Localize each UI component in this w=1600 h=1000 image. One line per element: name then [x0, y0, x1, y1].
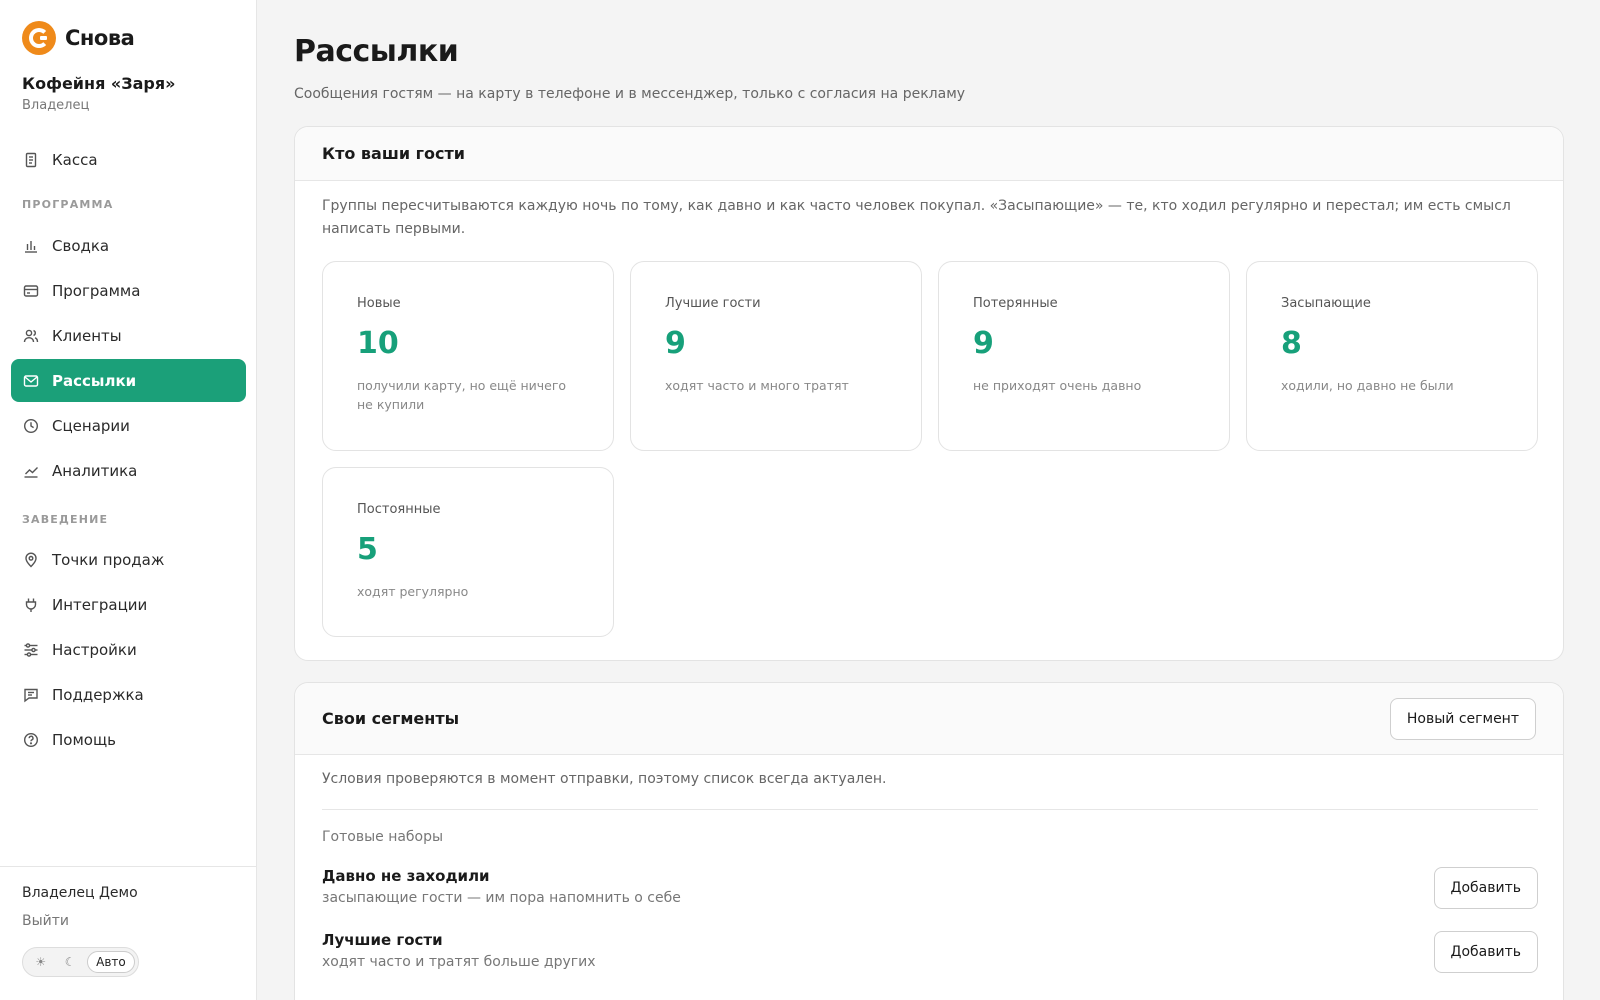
segment-value: 9 [665, 326, 686, 361]
guests-card-title: Кто ваши гости [322, 144, 465, 163]
bar-chart-icon [23, 238, 39, 254]
custom-segments-description: Условия проверяются в момент отправки, п… [322, 771, 887, 787]
preset-subtitle: засыпающие гости — им пора напомнить о с… [322, 890, 681, 906]
sidebar-item-summary[interactable]: Сводка [11, 224, 246, 267]
plug-icon [23, 597, 39, 613]
segment-value: 8 [1281, 326, 1302, 361]
segment-card[interactable]: Потерянные 9 не приходят очень давно [938, 261, 1230, 451]
add-preset-button[interactable]: Добавить [1433, 867, 1538, 909]
users-icon [23, 328, 39, 344]
guests-card: Кто ваши гости Группы пересчитываются ка… [294, 126, 1564, 661]
sidebar-item-label: Сценарии [52, 416, 130, 435]
segment-card[interactable]: Лучшие гости 9 ходят часто и много тратя… [630, 261, 922, 451]
theme-toggle[interactable]: ☀ ☾ Авто [22, 947, 139, 977]
sidebar-item-label: Помощь [52, 730, 116, 749]
sun-icon[interactable]: ☀ [26, 955, 55, 969]
trend-icon [23, 463, 39, 479]
sliders-icon [23, 642, 39, 658]
segment-label: Лучшие гости [665, 296, 761, 311]
card-icon [23, 283, 39, 299]
brand-name: Снова [65, 26, 135, 50]
logout-link[interactable]: Выйти [22, 913, 69, 929]
clock-icon [23, 418, 39, 434]
segment-card[interactable]: Постоянные 5 ходят регулярно [322, 467, 614, 637]
receipt-icon [23, 152, 39, 168]
theme-auto-option[interactable]: Авто [86, 951, 135, 973]
segment-card[interactable]: Засыпающие 8 ходили, но давно не были [1246, 261, 1538, 451]
chat-icon [23, 687, 39, 703]
segment-label: Новые [357, 296, 401, 311]
sidebar-item-scenarios[interactable]: Сценарии [11, 404, 246, 447]
org-name: Кофейня «Заря» [22, 74, 176, 93]
new-segment-button[interactable]: Новый сегмент [1389, 697, 1536, 740]
sidebar-item-support[interactable]: Поддержка [11, 673, 246, 716]
sidebar-item-kassa[interactable]: Касса [11, 138, 246, 181]
page-subtitle: Сообщения гостям — на карту в телефоне и… [294, 86, 966, 102]
sidebar-item-clients[interactable]: Клиенты [11, 314, 246, 357]
sidebar-item-points-of-sale[interactable]: Точки продаж [11, 538, 246, 581]
mail-icon [23, 373, 39, 389]
moon-icon[interactable]: ☾ [55, 955, 84, 969]
page-title: Рассылки [294, 34, 459, 69]
preset-subtitle: ходят часто и тратят больше других [322, 954, 596, 970]
segment-note: ходят регулярно [357, 584, 469, 599]
preset-row: Лучшие гости ходят часто и тратят больше… [322, 931, 1538, 975]
sidebar-item-help[interactable]: Помощь [11, 718, 246, 761]
sidebar-item-label: Настройки [52, 640, 137, 659]
sidebar-item-label: Интеграции [52, 595, 148, 614]
sidebar: Снова Кофейня «Заря» Владелец Касса ПРОГ… [0, 0, 257, 1000]
help-icon [23, 732, 39, 748]
sidebar-item-program[interactable]: Программа [11, 269, 246, 312]
add-preset-button[interactable]: Добавить [1433, 931, 1538, 973]
sidebar-footer: Владелец Демо Выйти ☀ ☾ Авто [0, 866, 256, 1000]
preset-title: Лучшие гости [322, 931, 443, 949]
custom-segments-header: Свои сегменты Новый сегмент [295, 683, 1563, 755]
segment-value: 10 [357, 326, 399, 361]
org-role: Владелец [22, 98, 90, 113]
sidebar-item-mailings[interactable]: Рассылки [11, 359, 246, 402]
nav-section-program: ПРОГРАММА [22, 198, 114, 211]
guests-card-description: Группы пересчитываются каждую ночь по то… [322, 198, 1511, 237]
segment-note: не приходят очень давно [973, 378, 1142, 393]
sidebar-item-label: Аналитика [52, 461, 138, 480]
sidebar-item-label: Касса [52, 150, 98, 169]
custom-segments-card: Свои сегменты Новый сегмент Условия пров… [294, 682, 1564, 1000]
sidebar-item-label: Программа [52, 281, 141, 300]
brand-logo-icon [22, 21, 56, 55]
guests-card-header: Кто ваши гости [295, 127, 1563, 181]
sidebar-item-label: Точки продаж [52, 550, 165, 569]
segment-value: 5 [357, 532, 378, 567]
preset-title: Давно не заходили [322, 867, 490, 885]
segment-note: ходят часто и много тратят [665, 378, 849, 393]
sidebar-item-label: Рассылки [52, 371, 137, 390]
preset-row: Давно не заходили засыпающие гости — им … [322, 867, 1538, 911]
segment-label: Засыпающие [1281, 296, 1371, 311]
nav-section-venue: ЗАВЕДЕНИЕ [22, 513, 109, 526]
sidebar-item-label: Клиенты [52, 326, 122, 345]
user-name: Владелец Демо [22, 885, 138, 901]
brand[interactable]: Снова [22, 21, 135, 55]
segment-label: Потерянные [973, 296, 1058, 311]
divider [322, 809, 1538, 810]
presets-label: Готовые наборы [322, 829, 444, 845]
segment-label: Постоянные [357, 502, 441, 517]
segment-card[interactable]: Новые 10 получили карту, но ещё ничего н… [322, 261, 614, 451]
segment-value: 9 [973, 326, 994, 361]
sidebar-item-integrations[interactable]: Интеграции [11, 583, 246, 626]
sidebar-item-settings[interactable]: Настройки [11, 628, 246, 671]
sidebar-item-analytics[interactable]: Аналитика [11, 449, 246, 492]
segment-note: ходили, но давно не были [1281, 378, 1454, 393]
sidebar-item-label: Поддержка [52, 685, 144, 704]
sidebar-item-label: Сводка [52, 236, 110, 255]
segment-note: получили карту, но ещё ничего не купили [357, 378, 567, 412]
map-pin-icon [23, 552, 39, 568]
custom-segments-title: Свои сегменты [322, 709, 460, 728]
